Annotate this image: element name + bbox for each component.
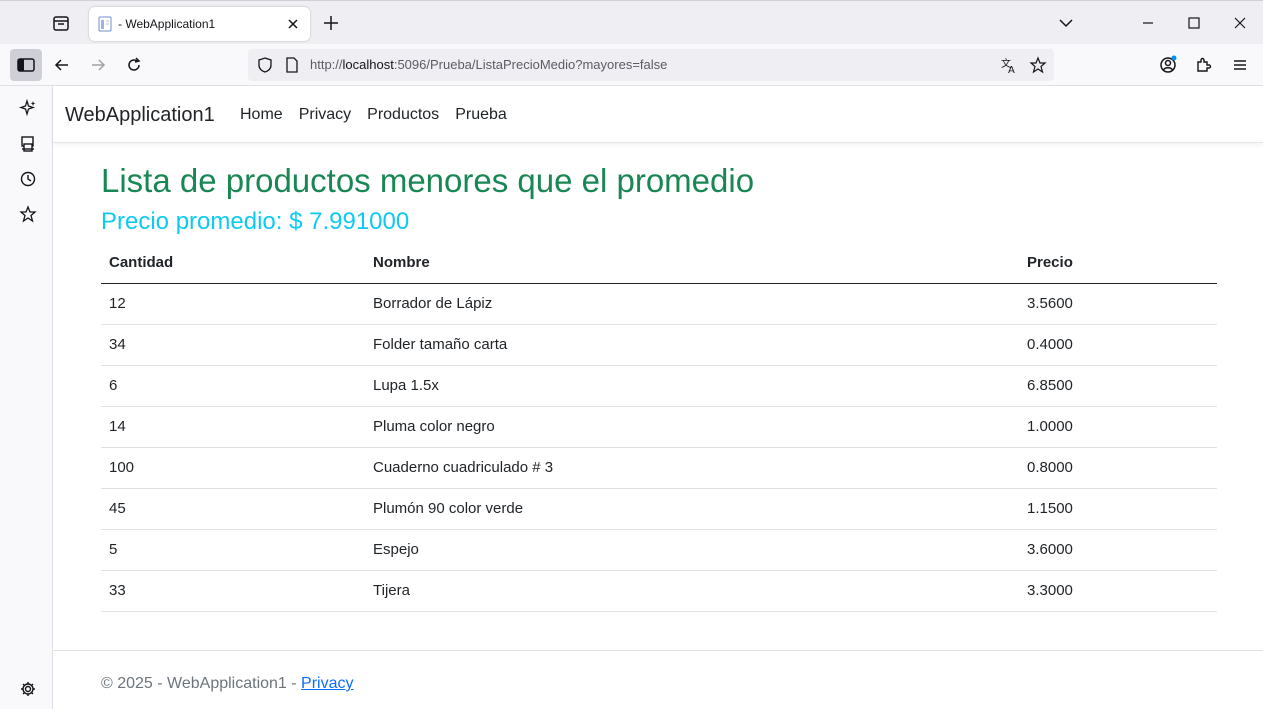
cell-cantidad: 45	[101, 488, 365, 530]
web-page: WebApplication1 Home Privacy Productos P…	[53, 86, 1263, 709]
table-row: 5 Espejo 3.6000	[101, 529, 1217, 571]
minimize-icon[interactable]	[1138, 13, 1158, 33]
cell-precio: 3.5600	[1019, 283, 1217, 325]
cell-precio: 0.8000	[1019, 447, 1217, 489]
svg-text:A: A	[1008, 65, 1015, 74]
url-path: :5096/Prueba/ListaPrecioMedio?mayores=fa…	[393, 57, 668, 72]
ai-sparkle-icon[interactable]	[18, 98, 38, 118]
cell-nombre: Plumón 90 color verde	[365, 488, 1019, 530]
nav-link-prueba[interactable]: Prueba	[455, 106, 507, 124]
site-footer: © 2025 - WebApplication1 - Privacy	[53, 650, 1263, 709]
sidebar-toggle-icon[interactable]	[10, 49, 42, 81]
cell-precio: 1.1500	[1019, 488, 1217, 530]
cell-cantidad: 100	[101, 447, 365, 489]
cell-cantidad: 6	[101, 365, 365, 407]
new-tab-icon[interactable]	[321, 13, 341, 33]
history-clock-icon[interactable]	[18, 169, 38, 189]
synced-tabs-icon[interactable]	[18, 134, 38, 154]
nav-link-productos[interactable]: Productos	[367, 106, 439, 124]
browser-titlebar: - WebApplication1	[0, 0, 1263, 44]
close-window-icon[interactable]	[1230, 13, 1250, 33]
average-price-subtitle: Precio promedio: $ 7.991000	[101, 208, 410, 235]
site-brand[interactable]: WebApplication1	[65, 104, 215, 127]
table-row: 6 Lupa 1.5x 6.8500	[101, 365, 1217, 407]
bookmark-star-icon[interactable]	[1029, 56, 1047, 74]
bookmarks-star-icon[interactable]	[18, 204, 38, 224]
cell-nombre: Espejo	[365, 529, 1019, 571]
site-nav-links: Home Privacy Productos Prueba	[240, 106, 507, 124]
cell-cantidad: 34	[101, 324, 365, 366]
browser-sidebar	[0, 86, 53, 709]
column-header-cantidad: Cantidad	[101, 243, 365, 284]
products-table: Cantidad Nombre Precio 12 Borrador de Lá…	[101, 243, 1217, 612]
cell-cantidad: 5	[101, 529, 365, 571]
table-row: 12 Borrador de Lápiz 3.5600	[101, 283, 1217, 325]
chevron-down-icon[interactable]	[1056, 13, 1076, 33]
page-icon[interactable]	[284, 56, 300, 74]
shield-icon[interactable]	[256, 56, 274, 74]
url-prefix: http://	[310, 57, 343, 72]
cell-precio: 1.0000	[1019, 406, 1217, 448]
cell-precio: 6.8500	[1019, 365, 1217, 407]
page-favicon-icon	[98, 16, 112, 32]
footer-privacy-link[interactable]: Privacy	[301, 675, 353, 692]
cell-nombre: Tijera	[365, 570, 1019, 612]
nav-link-privacy[interactable]: Privacy	[299, 106, 351, 124]
url-text[interactable]: http://localhost:5096/Prueba/ListaPrecio…	[310, 57, 667, 72]
cell-nombre: Borrador de Lápiz	[365, 283, 1019, 325]
table-row: 14 Pluma color negro 1.0000	[101, 406, 1217, 448]
forward-arrow-icon[interactable]	[88, 55, 108, 75]
page-title: Lista de productos menores que el promed…	[101, 162, 755, 199]
maximize-icon[interactable]	[1184, 13, 1204, 33]
column-header-precio: Precio	[1019, 243, 1217, 284]
column-header-nombre: Nombre	[365, 243, 1019, 284]
browser-tab[interactable]: - WebApplication1	[89, 7, 310, 41]
browser-toolbar: http://localhost:5096/Prueba/ListaPrecio…	[0, 44, 1263, 86]
cell-nombre: Pluma color negro	[365, 406, 1019, 448]
cell-precio: 3.3000	[1019, 570, 1217, 612]
url-host: localhost	[342, 57, 394, 72]
table-row: 33 Tijera 3.3000	[101, 570, 1217, 612]
nav-link-home[interactable]: Home	[240, 106, 283, 124]
reload-icon[interactable]	[124, 55, 144, 75]
cell-precio: 0.4000	[1019, 324, 1217, 366]
cell-cantidad: 12	[101, 283, 365, 325]
url-bar[interactable]: http://localhost:5096/Prueba/ListaPrecio…	[248, 49, 1054, 81]
cell-nombre: Folder tamaño carta	[365, 324, 1019, 366]
cell-nombre: Lupa 1.5x	[365, 365, 1019, 407]
firefox-view-icon[interactable]	[50, 13, 72, 33]
footer-text: © 2025 - WebApplication1 - Privacy	[101, 675, 354, 693]
footer-copyright: © 2025 - WebApplication1 -	[101, 675, 302, 692]
cell-nombre: Cuaderno cuadriculado # 3	[365, 447, 1019, 489]
settings-gear-icon[interactable]	[18, 679, 38, 699]
close-tab-icon[interactable]	[284, 15, 302, 33]
table-row: 100 Cuaderno cuadriculado # 3 0.8000	[101, 447, 1217, 489]
hamburger-menu-icon[interactable]	[1230, 55, 1250, 75]
table-row: 45 Plumón 90 color verde 1.1500	[101, 488, 1217, 530]
cell-cantidad: 14	[101, 406, 365, 448]
extensions-puzzle-icon[interactable]	[1194, 55, 1214, 75]
account-icon[interactable]	[1158, 55, 1178, 75]
site-navbar: WebApplication1 Home Privacy Productos P…	[53, 86, 1263, 143]
tab-title: - WebApplication1	[118, 17, 216, 31]
back-arrow-icon[interactable]	[52, 55, 72, 75]
table-row: 34 Folder tamaño carta 0.4000	[101, 324, 1217, 366]
cell-cantidad: 33	[101, 570, 365, 612]
translate-icon[interactable]: 文A	[1000, 56, 1018, 74]
table-header-row: Cantidad Nombre Precio	[101, 243, 1217, 284]
cell-precio: 3.6000	[1019, 529, 1217, 571]
